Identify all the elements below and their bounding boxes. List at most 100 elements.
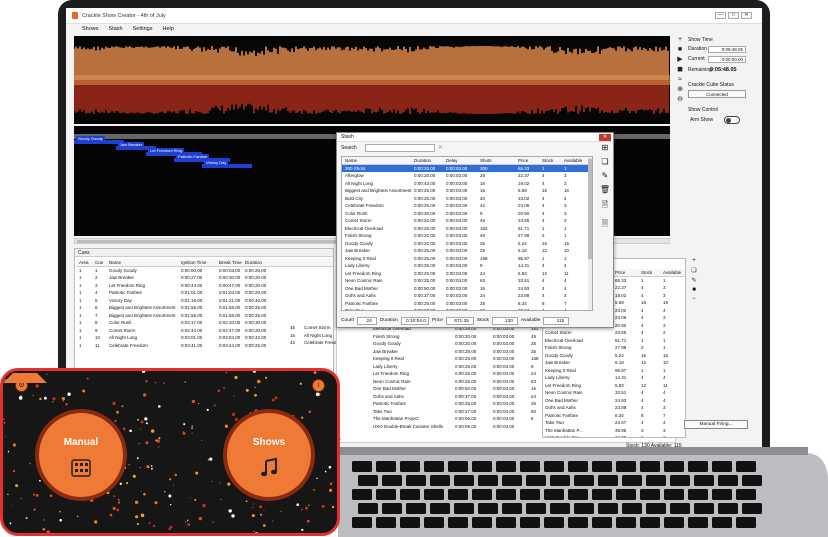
menu-settings[interactable]: Settings [133,26,153,32]
copy-icon[interactable]: ❏ [691,267,696,274]
sparkle [272,520,274,522]
stash-row[interactable]: Jaw Breaker 0:00:25.00 0:00:03.00 25 6.18 12 1… [342,247,592,255]
shows-label: Shows [252,437,286,448]
stash-row[interactable]: Take Two 0:00:27.00 0:00:03.00 60 23.67 4 4 [342,307,592,311]
menu-stash[interactable]: Stash [109,26,123,32]
import-icon[interactable]: 🗎 [602,199,608,213]
stock-row: Neon Cosmic Rain 33.51 4 4 [545,389,685,397]
zoom-in-icon[interactable]: ⊕ [676,86,684,94]
cue-row[interactable]: 1 4 Patriotic Fanfare 0:01:01.00 0:01:04.00 0… [77,289,333,297]
edit-icon[interactable]: ✎ [602,171,609,180]
stop-icon[interactable]: ◼ [676,66,684,74]
cell-0: Take Two [373,408,392,414]
maximize-button[interactable]: □ [728,12,739,19]
minimize-button[interactable]: — [715,12,726,19]
arm-show-toggle[interactable] [724,116,740,124]
stash-row[interactable]: Oohs and Aahs 0:00:37.00 0:00:03.00 24 23.88… [342,292,592,300]
timeline-cue-label: Patriotic Fanfare [176,154,210,159]
sparkle [94,520,98,524]
cell-5: 4 [542,278,545,283]
info-icon[interactable]: i [312,379,325,392]
stash-close-button[interactable]: ✕ [599,134,611,141]
close-button[interactable]: ✕ [741,12,752,19]
pull-up-tab[interactable] [3,371,47,383]
sparkle [134,500,139,504]
cue-row[interactable]: 1 2 Jaw Breaker 0:00:27.00 0:00:30.00 0:00:20… [77,274,333,282]
cue-row[interactable]: 1 7 Biggest and Brightest Assortment 0:01:5… [77,312,333,320]
export-icon[interactable]: 🗏 [602,218,608,232]
menu-help[interactable]: Help [162,26,173,32]
sparkle [197,402,200,405]
delete-icon[interactable]: 🗑 [600,185,610,194]
cell-1: 1 [95,267,98,273]
shows-button[interactable]: Shows [223,409,315,501]
cell-6: 4 [564,308,567,311]
cell-6: 11 [564,270,569,276]
search-input[interactable] [365,144,435,152]
add-item-icon[interactable]: ⊞ [602,143,609,152]
stash-row[interactable]: Neon Cosmic Rain 0:00:25.00 0:00:03.00 63 33… [342,277,592,285]
keyboard-key [574,503,594,514]
stash-row[interactable]: One Bad Mother 0:00:50.00 0:00:03.00 16 24.9… [342,285,592,293]
keyboard-key [742,503,762,514]
cue-row[interactable]: 1 5 Victory Day 0:01:18.00 0:01:21.00 0:00:40… [77,297,333,305]
stash-row[interactable]: Lady Liberty 0:00:25.00 0:00:03.00 9 14.31 4 4 [342,262,592,270]
delete-icon[interactable]: ■ [676,46,684,54]
cell-2: 0:00:03.00 [493,348,515,354]
stash-row[interactable]: Electrical Overload 0:00:25.00 0:00:03.00 1… [342,225,592,233]
add-icon[interactable]: + [692,258,696,264]
edit-icon[interactable]: ✎ [691,277,696,284]
sparkle [213,404,216,407]
cell-2: 0:00:03.00 [446,233,468,238]
manual-button[interactable]: Manual [35,409,127,501]
stash-scrollbar-thumb[interactable] [588,159,592,259]
stash-row-selected[interactable]: 300 Shots 0:00:25.00 0:00:03.00 300 65.33 1 1 [342,164,592,172]
keyboard-key [592,517,612,528]
cell-2: 0:00:03.00 [446,255,468,261]
sparkle [136,522,139,526]
keyboard-key [694,475,714,486]
cell-5: 4 [542,203,545,208]
stash-row[interactable]: Bold City 0:00:25.00 0:00:03.00 20 23.02 4 4 [342,195,592,203]
zoom-out-icon[interactable]: ⊖ [676,96,684,104]
keyboard-key [688,489,708,500]
stash-row[interactable]: All Night Long 0:00:43.00 0:00:03.00 16 19.0… [342,180,592,188]
menu-shows[interactable]: Shows [82,26,99,32]
delete-icon[interactable]: ■ [692,287,696,293]
keyboard-key [742,475,762,486]
cue-row[interactable]: 1 6 Biggest and Brightest Assortment 0:01:5… [77,304,333,312]
add-icon[interactable]: + [676,36,684,44]
stash-row[interactable]: Color Rush 0:00:30.00 0:00:03.00 9 20.90 4 3 [342,210,592,218]
clear-search-icon[interactable]: ✕ [438,144,443,151]
cue-row[interactable]: 1 3 Let Freedom Ring 0:00:44.00 0:00:47.00 0:… [77,282,333,290]
audio-waveform[interactable] [74,36,670,124]
stash-row[interactable]: Afterglow 0:00:20.00 0:00:03.00 25 22.37 4 3 [342,172,592,180]
fade-icon[interactable]: ≈ [676,76,684,84]
stash-row[interactable]: Let Freedom Ring 0:00:25.00 0:00:03.00 24 5.… [342,270,592,278]
play-icon[interactable]: ▶ [676,56,684,64]
sparkle [202,503,206,508]
sparkle [217,389,221,393]
stash-row[interactable]: Celebrate Freedom 0:00:25.00 0:00:03.00 42 2… [342,202,592,210]
keyboard-key [712,461,732,472]
manual-firing-button[interactable]: Manual Firing... [684,420,748,429]
stash-row[interactable]: Biggest and Brightest Assortment 0:00:25.… [342,187,592,195]
stash-row[interactable]: Comet Storm 0:00:20.00 0:00:03.00 45 23.55 4 2 [342,217,592,225]
cue-row[interactable]: 1 1 Goody Goody 0:00:00.00 0:00:03.00 0:00:20… [77,267,333,275]
sparkle [301,508,303,511]
stash-scrollbar[interactable] [588,157,592,310]
cell-4: 0:02:20.00 [219,320,241,325]
cell-1: 0:00:27.00 [455,408,477,414]
stash-row[interactable]: Goody Goody 0:00:20.00 0:00:03.00 25 5.24 16 1… [342,240,592,248]
stash-row[interactable]: Keeping It Real 0:00:25.00 0:00:03.00 158 95… [342,255,592,263]
cell-3: 1 [663,367,666,373]
stash-row[interactable]: Finish Strong 0:00:20.00 0:00:03.00 49 27.99… [342,232,592,240]
remove-icon[interactable]: − [692,296,696,302]
cell-3: 25 [480,173,486,178]
cell-3: 15 [663,352,669,358]
duplicate-icon[interactable]: ❏ [601,157,608,166]
sparkle [182,431,185,433]
keyboard-key [454,503,474,514]
stash-row[interactable]: Patriotic Fanfare 0:00:25.00 0:00:03.00 25 8… [342,300,592,308]
cell-3: 3 [663,292,666,298]
